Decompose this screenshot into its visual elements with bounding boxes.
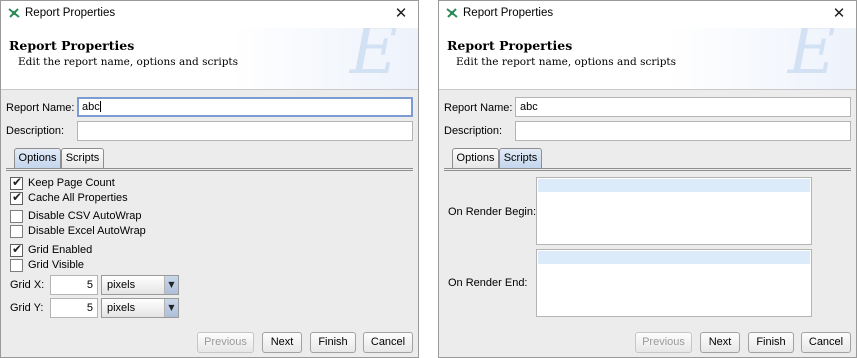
report-name-input[interactable]: abc <box>77 97 413 117</box>
header-banner: Report Properties Edit the report name, … <box>1 28 418 90</box>
grid-x-label: Grid X: <box>10 279 45 291</box>
description-input[interactable] <box>77 121 413 141</box>
report-name-value: abc <box>520 101 538 113</box>
checkbox-box: ✔ <box>10 190 23 205</box>
window-title: Report Properties <box>463 7 554 19</box>
previous-button-label: Previous <box>204 336 247 348</box>
tab-scripts-label: Scripts <box>65 152 100 164</box>
finish-button[interactable]: Finish <box>310 332 356 353</box>
grid-x-unit-select[interactable]: pixels ▼ <box>101 275 179 295</box>
cancel-button-label: Cancel <box>370 336 406 348</box>
finish-button[interactable]: Finish <box>748 332 794 353</box>
current-line-highlight <box>538 179 810 192</box>
logo-e-watermark: E <box>349 28 398 89</box>
previous-button[interactable]: Previous <box>197 332 254 353</box>
cancel-button[interactable]: Cancel <box>363 332 413 353</box>
next-button[interactable]: Next <box>262 332 302 353</box>
tab-scripts[interactable]: Scripts <box>499 148 542 169</box>
report-name-label: Report Name: <box>444 102 513 114</box>
report-name-label: Report Name: <box>6 102 75 114</box>
grid-y-input[interactable]: 5 <box>50 298 98 318</box>
on-render-end-editor[interactable] <box>536 249 812 317</box>
cancel-button-label: Cancel <box>808 336 844 348</box>
tab-scripts-label: Scripts <box>503 152 538 164</box>
checkbox-box <box>10 225 23 238</box>
chevron-down-icon: ▼ <box>164 299 178 317</box>
checkbox-label: Grid Enabled <box>28 244 93 256</box>
report-name-input[interactable]: abc <box>515 97 851 117</box>
next-button-label: Next <box>708 336 732 348</box>
tab-divider <box>444 168 851 171</box>
checkbox-label: Grid Visible <box>28 259 85 271</box>
checkbox-label: Disable CSV AutoWrap <box>28 210 142 222</box>
banner-title: Report Properties <box>447 38 573 53</box>
report-properties-dialog-options: Report Properties ✕ Report Properties Ed… <box>0 0 419 358</box>
tab-options-label: Options <box>18 152 57 164</box>
description-label: Description: <box>444 125 503 137</box>
previous-button-label: Previous <box>642 336 685 348</box>
checkbox-box <box>10 259 23 272</box>
grid-y-unit-select[interactable]: pixels ▼ <box>101 298 179 318</box>
checkmark-icon: ✔ <box>12 175 23 189</box>
report-properties-icon <box>8 8 20 18</box>
grid-x-input[interactable]: 5 <box>50 275 98 295</box>
on-render-begin-label: On Render Begin: <box>448 206 537 218</box>
report-name-value: abc <box>82 101 100 113</box>
close-icon[interactable]: ✕ <box>828 3 850 23</box>
tab-scripts[interactable]: Scripts <box>61 148 104 169</box>
grid-y-label: Grid Y: <box>10 302 44 314</box>
chevron-down-icon: ▼ <box>164 276 178 294</box>
description-label: Description: <box>6 125 65 137</box>
report-properties-icon <box>446 8 458 18</box>
checkbox-label: Keep Page Count <box>28 177 115 189</box>
checkbox-box: ✔ <box>10 242 23 257</box>
grid-y-unit-value: pixels <box>107 302 136 314</box>
text-caret <box>99 101 101 112</box>
tab-options[interactable]: Options <box>14 148 61 169</box>
cancel-button[interactable]: Cancel <box>801 332 851 353</box>
tab-divider <box>6 168 413 171</box>
title-bar: Report Properties ✕ <box>1 1 418 28</box>
close-icon[interactable]: ✕ <box>390 3 412 23</box>
checkbox-label: Cache All Properties <box>28 192 128 204</box>
description-input[interactable] <box>515 121 851 141</box>
next-button[interactable]: Next <box>700 332 740 353</box>
checkmark-icon: ✔ <box>12 190 23 204</box>
checkmark-icon: ✔ <box>12 242 23 256</box>
checkbox-label: Disable Excel AutoWrap <box>28 225 146 237</box>
grid-y-value: 5 <box>86 302 93 314</box>
tab-options[interactable]: Options <box>452 148 499 169</box>
checkbox-box: ✔ <box>10 175 23 190</box>
banner-subtitle: Edit the report name, options and script… <box>18 56 239 68</box>
logo-e-watermark: E <box>787 28 836 89</box>
window-title: Report Properties <box>25 7 116 19</box>
current-line-highlight <box>538 251 810 264</box>
on-render-begin-editor[interactable] <box>536 177 812 245</box>
on-render-end-label: On Render End: <box>448 277 528 289</box>
previous-button[interactable]: Previous <box>635 332 692 353</box>
banner-title: Report Properties <box>9 38 135 53</box>
grid-x-unit-value: pixels <box>107 279 136 291</box>
checkbox-box <box>10 210 23 223</box>
grid-x-value: 5 <box>86 279 93 291</box>
report-properties-dialog-scripts: Report Properties ✕ Report Properties Ed… <box>438 0 857 358</box>
title-bar: Report Properties ✕ <box>439 1 856 28</box>
banner-subtitle: Edit the report name, options and script… <box>456 56 677 68</box>
finish-button-label: Finish <box>756 336 786 348</box>
tab-options-label: Options <box>456 152 495 164</box>
finish-button-label: Finish <box>318 336 348 348</box>
header-banner: Report Properties Edit the report name, … <box>439 28 856 90</box>
next-button-label: Next <box>270 336 294 348</box>
